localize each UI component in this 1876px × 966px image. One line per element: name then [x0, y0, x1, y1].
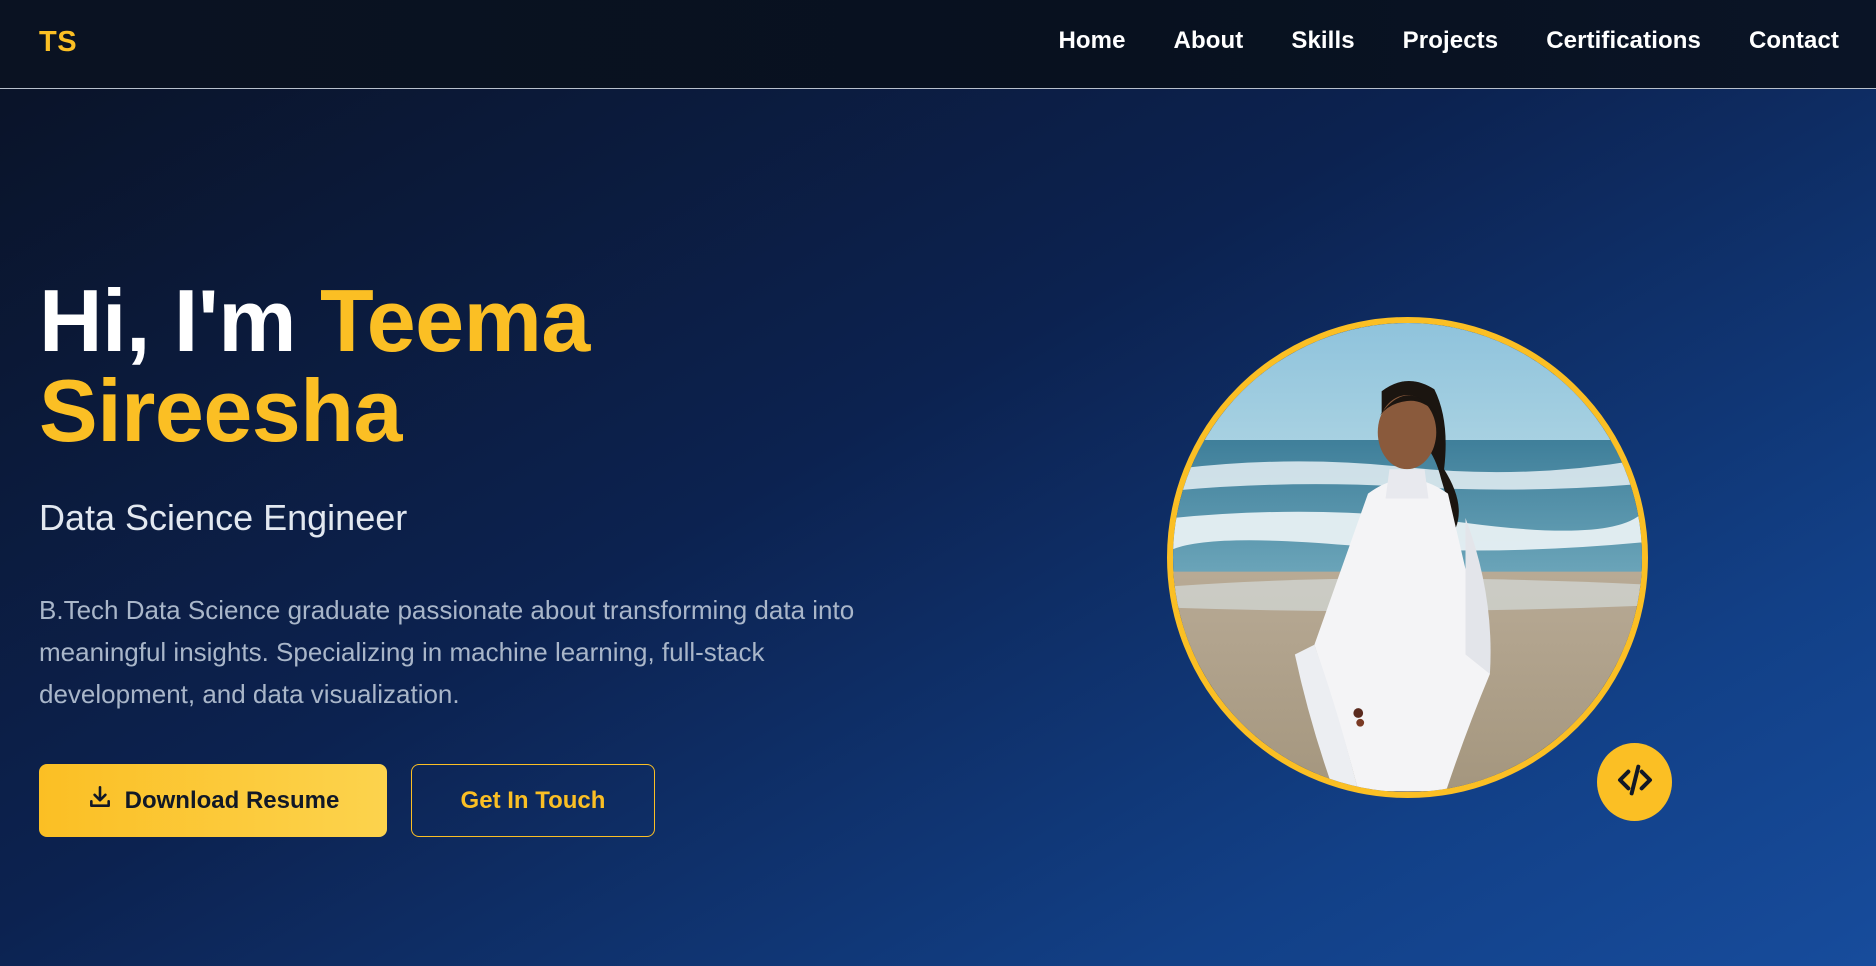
- nav-about[interactable]: About: [1174, 27, 1244, 55]
- profile-photo: [1167, 317, 1648, 798]
- nav-certifications[interactable]: Certifications: [1546, 27, 1701, 55]
- nav-links: Home About Skills Projects Certification…: [1058, 27, 1839, 55]
- first-name: Teema: [319, 271, 590, 370]
- hero-title: Hi, I'm Teema Sireesha: [39, 276, 799, 456]
- nav-projects[interactable]: Projects: [1403, 27, 1499, 55]
- nav-home[interactable]: Home: [1058, 27, 1125, 55]
- get-in-touch-label: Get In Touch: [460, 786, 606, 814]
- last-name: Sireesha: [39, 361, 402, 460]
- hero-description: B.Tech Data Science graduate passionate …: [39, 595, 855, 709]
- greeting-text: Hi, I'm: [39, 271, 320, 370]
- download-icon: [87, 784, 113, 817]
- download-resume-button[interactable]: Download Resume: [39, 764, 387, 837]
- navbar: TS Home About Skills Projects Certificat…: [0, 0, 1876, 89]
- nav-skills[interactable]: Skills: [1291, 27, 1354, 55]
- profile-photo-image: [1173, 323, 1642, 792]
- hero-subtitle: Data Science Engineer: [39, 497, 408, 538]
- code-icon: [1615, 760, 1655, 805]
- nav-contact[interactable]: Contact: [1749, 27, 1839, 55]
- code-badge: [1597, 743, 1672, 821]
- logo[interactable]: TS: [39, 26, 77, 59]
- download-resume-label: Download Resume: [124, 786, 340, 814]
- get-in-touch-button[interactable]: Get In Touch: [411, 764, 655, 837]
